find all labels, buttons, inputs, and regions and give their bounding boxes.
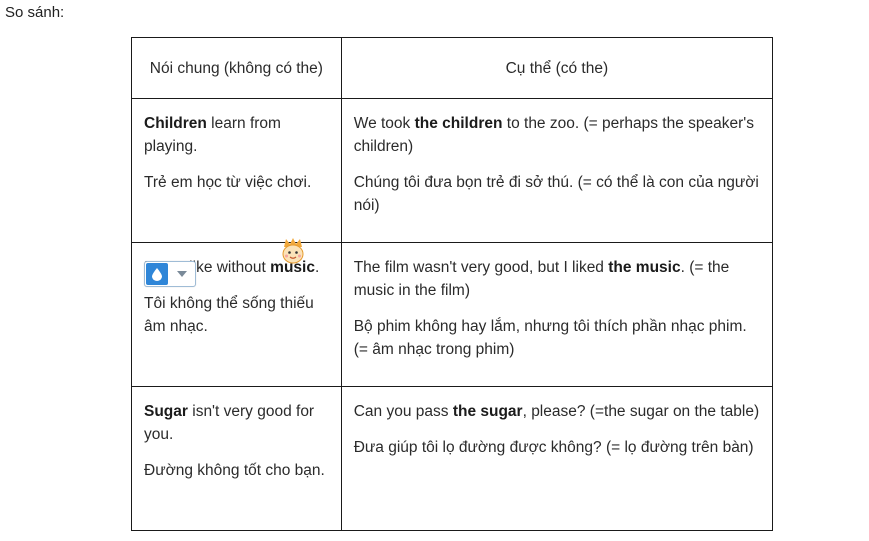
general-bold: Children xyxy=(144,115,207,132)
extension-widget[interactable] xyxy=(144,261,196,287)
specific-cell: Can you pass the sugar, please? (=the su… xyxy=(340,386,774,531)
specific-english: Can you pass the sugar, please? (=the su… xyxy=(354,400,762,423)
general-vietnamese: Tôi không thể sống thiếu âm nhạc. xyxy=(144,295,314,335)
general-vietnamese: Đường không tốt cho bạn. xyxy=(144,462,325,479)
specific-vietnamese: Bộ phim không hay lắm, nhưng tôi thích p… xyxy=(353,318,747,358)
general-english: Children learn from playing. xyxy=(144,112,331,158)
intro-text: So sánh: xyxy=(5,4,65,21)
table-row: Sugar isn't very good for you. Đường khô… xyxy=(131,386,774,531)
general-english: Sugar isn't very good for you. xyxy=(144,400,331,446)
general-cell: Sugar isn't very good for you. Đường khô… xyxy=(131,386,342,531)
specific-english: The film wasn't very good, but I liked t… xyxy=(354,256,762,302)
general-cell: Children learn from playing. Trẻ em học … xyxy=(131,98,342,243)
general-post: . xyxy=(314,259,320,276)
specific-bold: the children xyxy=(414,115,503,132)
specific-cell: We took the children to the zoo. (= perh… xyxy=(340,98,774,243)
comparison-table: Nói chung (không có the) Cụ thể (có the)… xyxy=(131,37,774,531)
specific-bold: the sugar xyxy=(452,403,523,420)
general-vietnamese: Trẻ em học từ việc chơi. xyxy=(144,174,312,191)
specific-cell: The film wasn't very good, but I liked t… xyxy=(340,242,774,387)
specific-vietnamese: Đưa giúp tôi lọ đường được không? (= lọ … xyxy=(353,439,754,456)
specific-vietnamese: Chúng tôi đưa bọn trẻ đi sở thú. (= có t… xyxy=(353,174,759,214)
table-row: I can't like without music. Tôi không th… xyxy=(131,242,774,387)
cartoon-mascot-icon[interactable] xyxy=(280,237,306,265)
table-row: Children learn from playing. Trẻ em học … xyxy=(131,98,774,243)
specific-post: , please? (=the sugar on the table) xyxy=(522,403,760,420)
specific-pre: Can you pass xyxy=(353,403,453,420)
table-header-row: Nói chung (không có the) Cụ thể (có the) xyxy=(131,37,774,99)
specific-english: We took the children to the zoo. (= perh… xyxy=(354,112,762,158)
header-general: Nói chung (không có the) xyxy=(131,37,342,99)
specific-pre: We took xyxy=(353,115,415,132)
specific-bold: the music xyxy=(608,259,681,276)
header-specific: Cụ thể (có the) xyxy=(340,37,774,99)
specific-pre: The film wasn't very good, but I liked xyxy=(353,259,609,276)
chevron-down-icon[interactable] xyxy=(169,262,195,286)
water-drop-icon[interactable] xyxy=(146,263,168,285)
general-bold: Sugar xyxy=(144,403,188,420)
